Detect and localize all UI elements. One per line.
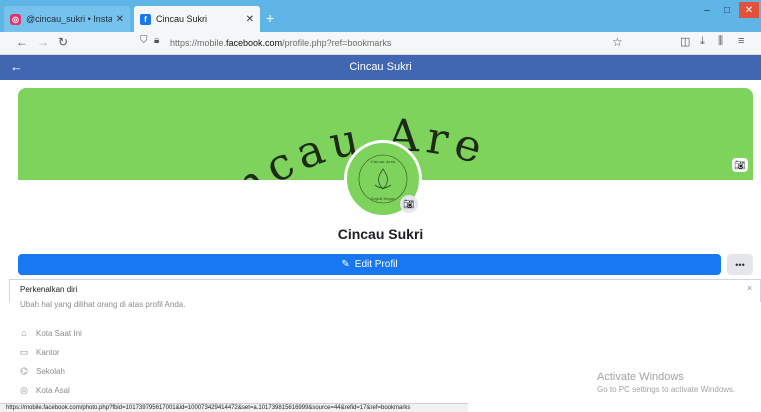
profile-name: Cincau Sukri — [337, 226, 424, 242]
info-row-label: Kantor — [36, 347, 60, 357]
url-field[interactable]: https://mobile. facebook.com/profile.php?… — [170, 35, 610, 51]
new-tab-button[interactable]: + — [266, 10, 274, 26]
tab-title: @cincau_sukri • Instagram pho — [26, 14, 112, 24]
info-row-label: Kota Saat Ini — [36, 328, 82, 338]
info-row-workplace[interactable]: ▭ Kantor — [18, 345, 60, 359]
avatar-logo-bottom-text: Sejuk Segar — [371, 196, 396, 201]
page-title: Cincau Sukri — [349, 61, 412, 73]
info-row-label: Sekolah — [36, 366, 65, 376]
minimize-button[interactable]: – — [697, 2, 717, 18]
location-icon: ⌂ — [21, 328, 27, 338]
camera-icon[interactable]: 📷︎ — [732, 158, 748, 172]
pin-icon: ◎ — [20, 384, 28, 395]
close-icon[interactable]: ✕ — [116, 14, 124, 25]
forward-arrow-icon[interactable]: → — [37, 35, 49, 49]
url-prefix: https://mobile. — [170, 38, 227, 48]
shield-icon[interactable]: ⛉ — [140, 35, 148, 46]
close-icon[interactable]: ✕ — [246, 14, 254, 25]
tab-instagram[interactable]: ◎ @cincau_sukri • Instagram pho ✕ — [4, 6, 130, 32]
tab-facebook[interactable]: f Cincau Sukri ✕ — [134, 6, 260, 32]
download-icon[interactable]: ⤓ — [700, 35, 705, 48]
intro-subtitle: Ubah hal yang dilihat orang di atas prof… — [20, 300, 186, 309]
lock-icon[interactable]: 🔒︎ — [154, 35, 159, 46]
info-row-label: Kota Asal — [36, 385, 70, 395]
bookmark-star-icon[interactable]: ☆ — [612, 35, 623, 49]
avatar-logo-top-text: Cincau Area — [371, 159, 397, 164]
pocket-icon[interactable]: ◫ — [680, 35, 690, 48]
maximize-button[interactable]: □ — [717, 2, 737, 18]
back-arrow-icon[interactable]: ← — [16, 35, 28, 49]
info-row-hometown[interactable]: ◎ Kota Asal — [18, 383, 70, 397]
camera-icon[interactable]: 📷︎ — [400, 195, 418, 213]
pencil-icon: ✎ — [341, 259, 350, 270]
intro-title: Perkenalkan diri — [20, 285, 78, 294]
close-icon[interactable]: × — [747, 283, 752, 293]
activate-windows-subtitle: Go to PC settings to activate Windows. — [597, 385, 736, 394]
tab-title: Cincau Sukri — [156, 14, 208, 24]
activate-windows-title: Activate Windows — [597, 371, 684, 383]
reload-icon[interactable]: ↻ — [58, 35, 68, 49]
school-icon: ⌬ — [20, 365, 28, 376]
library-icon[interactable]: ⫼ — [718, 35, 723, 48]
facebook-icon: f — [140, 13, 151, 25]
briefcase-icon: ▭ — [19, 346, 29, 357]
more-options-button[interactable]: ••• — [727, 254, 753, 275]
menu-icon[interactable]: ≡ — [738, 35, 744, 47]
status-bar-url: https://mobile.facebook.com/photo.php?fb… — [0, 403, 468, 412]
url-path: /profile.php?ref=bookmarks — [282, 38, 392, 48]
info-row-school[interactable]: ⌬ Sekolah — [18, 364, 65, 378]
intro-card — [9, 279, 761, 302]
info-row-current-city[interactable]: ⌂ Kota Saat Ini — [18, 326, 82, 340]
url-host: facebook.com — [226, 38, 283, 48]
edit-profile-label: Edit Profil — [354, 259, 398, 270]
instagram-icon: ◎ — [10, 13, 21, 25]
edit-profile-button[interactable]: ✎ Edit Profil — [18, 254, 721, 275]
window-close-button[interactable]: ✕ — [739, 2, 759, 18]
